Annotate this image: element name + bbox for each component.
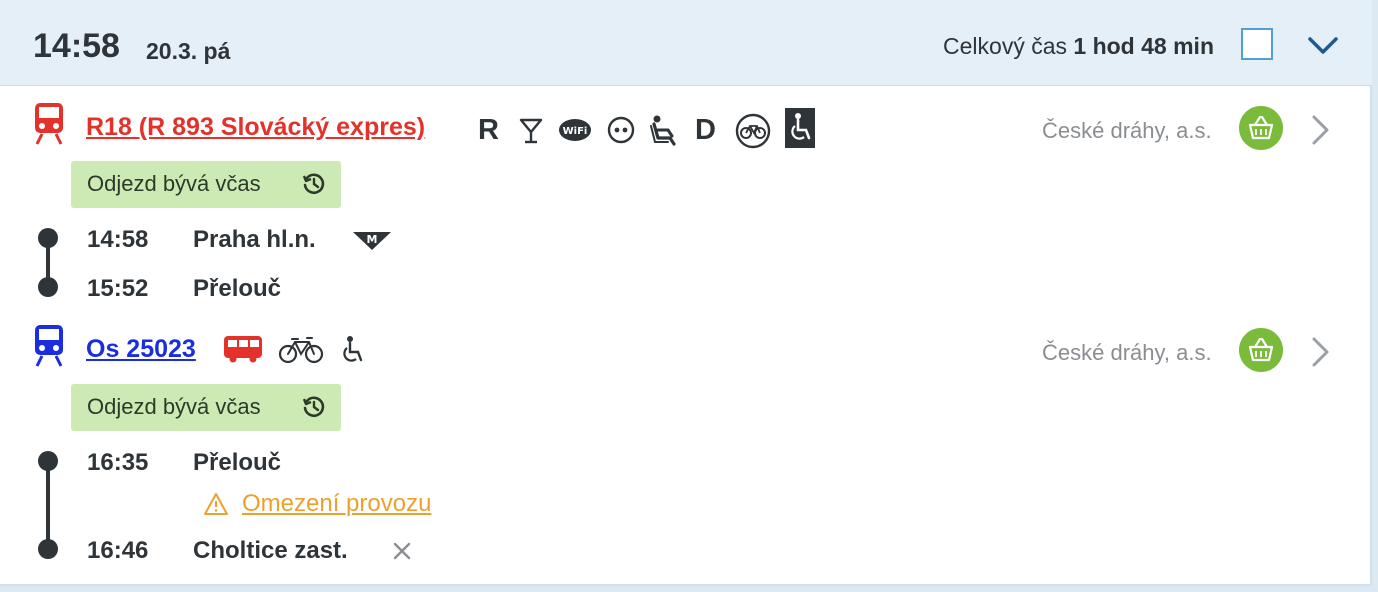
bicycle-icon: [735, 113, 771, 149]
stop-dot: [38, 451, 58, 471]
chevron-down-icon[interactable]: [1306, 30, 1340, 60]
stop-name: Přelouč: [193, 275, 282, 302]
punctuality-label: Odjezd bývá včas: [87, 394, 261, 419]
request-stop-icon: [393, 542, 411, 560]
warning-icon: [204, 493, 228, 515]
punctuality-badge: Odjezd bývá včas: [71, 161, 341, 208]
connection-card: 14:58 20.3. pá Celkový čas 1 hod 48 min …: [0, 0, 1372, 586]
history-icon: [302, 396, 325, 418]
svg-text:M: M: [367, 233, 378, 246]
wifi-icon: WiFi: [559, 119, 591, 141]
power-socket-icon: [607, 116, 635, 144]
stop-dot: [38, 228, 58, 248]
total-time-value: 1 hod 48 min: [1073, 33, 1214, 59]
service-notice-link[interactable]: Omezení provozu: [242, 490, 431, 518]
stop-time: 14:58: [87, 226, 149, 253]
stop-time: 16:35: [87, 449, 149, 476]
bus-icon: [224, 336, 262, 363]
total-time: Celkový čas 1 hod 48 min: [943, 33, 1214, 60]
total-time-label: Celkový čas: [943, 33, 1068, 59]
connection-header[interactable]: 14:58 20.3. pá Celkový čas 1 hod 48 min: [0, 0, 1372, 86]
bar-icon: [519, 118, 543, 144]
history-icon: [302, 173, 325, 195]
route-line: [46, 460, 50, 548]
train-link[interactable]: Os 25023: [86, 335, 196, 364]
departure-date: 20.3. pá: [146, 38, 231, 64]
wheelchair-icon: [343, 336, 363, 362]
svg-text:WiFi: WiFi: [563, 126, 588, 137]
metro-icon: M: [353, 232, 391, 250]
stop-name: Praha hl.n.: [193, 226, 316, 253]
basket-icon[interactable]: [1239, 106, 1283, 150]
reservation-icon: R: [478, 114, 499, 146]
stop-time: 16:46: [87, 537, 149, 564]
wheelchair-icon: [785, 108, 815, 148]
stop-dot: [38, 277, 58, 297]
train-link[interactable]: R18 (R 893 Slovácký expres): [86, 113, 425, 142]
carrier-name: České dráhy, a.s.: [1042, 118, 1212, 143]
stop-name: Choltice zast.: [193, 537, 348, 564]
dining-icon: D: [695, 114, 716, 146]
punctuality-badge: Odjezd bývá včas: [71, 384, 341, 431]
stop-dot: [38, 539, 58, 559]
punctuality-label: Odjezd bývá včas: [87, 171, 261, 196]
train-icon: [35, 103, 63, 145]
train-icon: [35, 325, 63, 367]
stop-name: Přelouč: [193, 449, 282, 476]
chevron-right-icon[interactable]: [1309, 114, 1331, 146]
departure-time: 14:58: [33, 27, 120, 65]
chevron-right-icon[interactable]: [1309, 336, 1331, 368]
select-checkbox[interactable]: [1241, 28, 1273, 60]
stop-time: 15:52: [87, 275, 149, 302]
seat-icon: [650, 115, 676, 146]
carrier-name: České dráhy, a.s.: [1042, 340, 1212, 365]
bicycle-icon: [278, 337, 324, 364]
basket-icon[interactable]: [1239, 328, 1283, 372]
